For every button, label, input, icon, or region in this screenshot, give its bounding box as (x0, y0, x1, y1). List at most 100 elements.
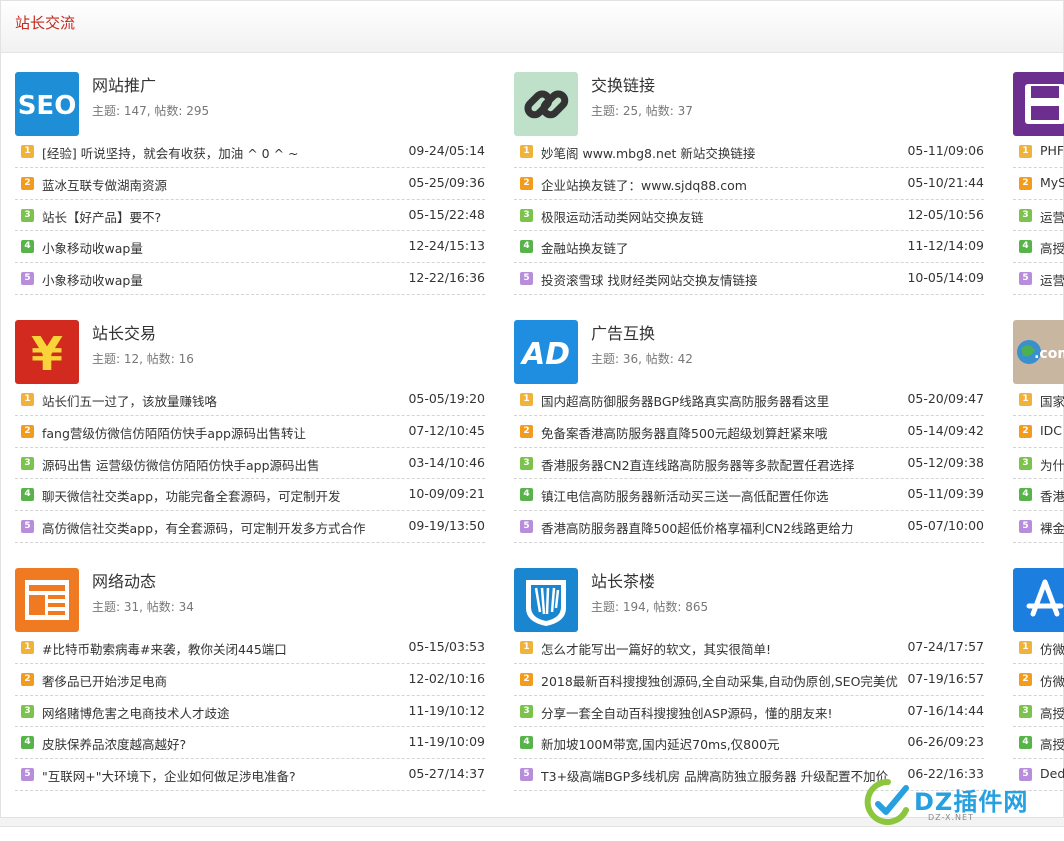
thread-title-link[interactable]: T3+级高端BGP多线机房 品牌高防独立服务器 升级配置不加价 (541, 766, 911, 785)
forum-stats: 主题: 147, 帖数: 295 (92, 104, 210, 118)
thread-row: 4 高授 (1013, 231, 1064, 264)
rank-badge: 1 (1019, 393, 1032, 406)
thread-title-link[interactable]: [经验] 听说坚持，就会有收获，加油 ^ 0 ^ ~ (42, 143, 412, 162)
thread-title-link[interactable]: 源码出售 运营级仿微信仿陌陌仿快手app源码出售 (42, 455, 412, 474)
thread-title-link[interactable]: "互联网+"大环境下，企业如何做足涉电准备? (42, 766, 412, 785)
forum-name[interactable]: 交换链接 (591, 72, 655, 96)
thread-title-link[interactable]: 香港服务器CN2直连线路高防服务器等多款配置任君选择 (541, 455, 911, 474)
thread-title-link[interactable]: 国内超高防御服务器BGP线路真实高防服务器看这里 (541, 391, 911, 410)
thread-title-link[interactable]: IDC (1040, 423, 1064, 438)
rank-badge: 3 (520, 208, 533, 222)
rank-badge: 5 (520, 520, 533, 534)
thread-title-link[interactable]: 高授 (1040, 703, 1064, 722)
thread-date: 12-05/10:56 (907, 206, 984, 222)
thread-title-link[interactable]: 皮肤保养品浓度越高越好? (42, 734, 412, 753)
floppy-icon[interactable] (1013, 72, 1064, 136)
forum-name[interactable]: 站长交易 (92, 320, 156, 344)
thread-row: 2 2018最新百科搜搜独创源码,全自动采集,自动伪原创,SEO完美优 07-19/… (514, 664, 984, 696)
thread-row: 2 仿微 (1013, 664, 1064, 696)
thread-title-link[interactable]: 镇江电信高防服务器新活动买三送一高低配置任你选 (541, 486, 911, 505)
thread-title-link[interactable]: 仿微 (1040, 671, 1064, 690)
category-header: 站长交流 (1, 1, 1063, 53)
forum-partial-3: 1 仿微 2 仿微 3 高授 4 高授 5 Ded (1013, 568, 1064, 796)
thread-title-link[interactable]: 运营 (1040, 207, 1064, 226)
thread-date: 12-02/10:16 (408, 670, 485, 686)
thread-title-link[interactable]: 为什 (1040, 455, 1064, 474)
thread-title-link[interactable]: 裸金 (1040, 518, 1064, 537)
chain-link-icon[interactable] (514, 72, 578, 136)
thread-title-link[interactable]: 高授 (1040, 734, 1064, 753)
thread-title-link[interactable]: 小象移动收wap量 (42, 238, 412, 257)
thread-list: 1 国内超高防御服务器BGP线路真实高防服务器看这里 05-20/09:47 2 免备… (514, 384, 984, 543)
thread-row: 3 高授 (1013, 696, 1064, 728)
thread-title-link[interactable]: 网络赌博危害之电商技术人才歧途 (42, 703, 412, 722)
thread-title-link[interactable]: 金融站换友链了 (541, 238, 911, 257)
forum-name[interactable]: 网站推广 (92, 72, 156, 96)
thread-row: 3 香港服务器CN2直连线路高防服务器等多款配置任君选择 05-12/09:38 (514, 448, 984, 480)
thread-title-link[interactable]: 国家 (1040, 391, 1064, 410)
rank-badge: 5 (520, 768, 533, 782)
thread-date: 07-24/17:57 (907, 639, 984, 654)
thread-title-link[interactable]: #比特币勒索病毒#来袭，教你关闭445端口 (42, 639, 412, 658)
rank-badge: 5 (1019, 520, 1032, 534)
forum-name[interactable]: 网络动态 (92, 568, 156, 592)
thread-title-link[interactable]: 企业站换友链了：www.sjdq88.com (541, 175, 911, 194)
thread-title-link[interactable]: 聊天微信社交类app，功能完备全套源码，可定制开发 (42, 486, 412, 505)
thread-title-link[interactable]: 小象移动收wap量 (42, 270, 412, 289)
forum-name[interactable]: 广告互换 (591, 320, 655, 344)
rank-badge: 1 (520, 145, 533, 158)
rank-badge: 3 (1019, 456, 1032, 470)
thread-list: 1 怎么才能写出一篇好的软文，其实很简单! 07-24/17:57 2 2018最新百… (514, 632, 984, 791)
thread-title-link[interactable]: 免备案香港高防服务器直降500元超级划算赶紧来哦 (541, 423, 911, 442)
thread-row: 3 为什 (1013, 448, 1064, 480)
rank-badge: 5 (21, 520, 34, 534)
thread-title-link[interactable]: 怎么才能写出一篇好的软文，其实很简单! (541, 639, 911, 658)
rank-badge: 3 (520, 704, 533, 718)
thread-date: 09-24/05:14 (408, 143, 485, 158)
thread-row: 4 香港 (1013, 479, 1064, 512)
thread-date: 10-05/14:09 (907, 270, 984, 286)
rank-badge: 1 (21, 145, 34, 158)
svg-text:AD: AD (520, 337, 570, 372)
thread-title-link[interactable]: PHF (1040, 143, 1064, 158)
thread-date: 07-19/16:57 (907, 670, 984, 686)
thread-title-link[interactable]: 仿微 (1040, 639, 1064, 658)
app-store-icon[interactable] (1013, 568, 1064, 632)
thread-title-link[interactable]: 分享一套全自动百科搜搜独创ASP源码，懂的朋友来! (541, 703, 911, 722)
news-icon[interactable] (15, 568, 79, 632)
globe-com-icon[interactable]: .com (1013, 320, 1064, 384)
thread-title-link[interactable]: 站长【好产品】要不? (42, 207, 412, 226)
thread-title-link[interactable]: 高授 (1040, 238, 1064, 257)
thread-title-link[interactable]: 投资滚雪球 找财经类网站交换友情链接 (541, 270, 911, 289)
thread-title-link[interactable]: 蓝冰互联专做湖南资源 (42, 175, 412, 194)
thread-list: 1 PHF 2 MyS 3 运营 4 高授 5 运营 (1013, 136, 1064, 295)
seo-icon[interactable]: SEO (15, 72, 79, 136)
thread-title-link[interactable]: 运营 (1040, 270, 1064, 289)
thread-title-link[interactable]: 新加坡100M带宽,国内延迟70ms,仅800元 (541, 734, 911, 753)
thread-title-link[interactable]: 妙笔阁 www.mbg8.net 新站交换链接 (541, 143, 911, 162)
yuan-icon[interactable]: ¥ (15, 320, 79, 384)
rank-badge: 5 (1019, 272, 1032, 286)
thread-title-link[interactable]: 2018最新百科搜搜独创源码,全自动采集,自动伪原创,SEO完美优 (541, 671, 911, 690)
rank-badge: 2 (520, 176, 533, 190)
thread-title-link[interactable]: MyS (1040, 175, 1064, 190)
thread-title-link[interactable]: fang营级仿微信仿陌陌仿快手app源码出售转让 (42, 423, 412, 442)
thread-list: 1 站长们五一过了，该放量赚钱咯 05-05/19:20 2 fang营级仿微信仿陌陌… (15, 384, 485, 543)
thread-title-link[interactable]: 奢侈品已开始涉足电商 (42, 671, 412, 690)
thread-title-link[interactable]: 香港 (1040, 486, 1064, 505)
category-title[interactable]: 站长交流 (15, 12, 75, 33)
ad-icon[interactable]: AD (514, 320, 578, 384)
shield-book-icon[interactable] (514, 568, 578, 632)
thread-title-link[interactable]: 高仿微信社交类app，有全套源码，可定制开发多方式合作 (42, 518, 412, 537)
rank-badge: 5 (21, 272, 34, 286)
rank-badge: 3 (21, 704, 34, 718)
dz-logo-icon (864, 778, 909, 825)
forum-name[interactable]: 站长茶楼 (591, 568, 655, 592)
thread-title-link[interactable]: 香港高防服务器直降500超低价格享福利CN2线路更给力 (541, 518, 911, 537)
thread-title-link[interactable]: 极限运动活动类网站交换友链 (541, 207, 911, 226)
rank-badge: 3 (21, 208, 34, 222)
rank-badge: 3 (1019, 208, 1032, 222)
thread-title-link[interactable]: 站长们五一过了，该放量赚钱咯 (42, 391, 412, 410)
watermark-subtext: DZ-X.NET (928, 813, 974, 822)
thread-row: 5 运营 (1013, 263, 1064, 295)
